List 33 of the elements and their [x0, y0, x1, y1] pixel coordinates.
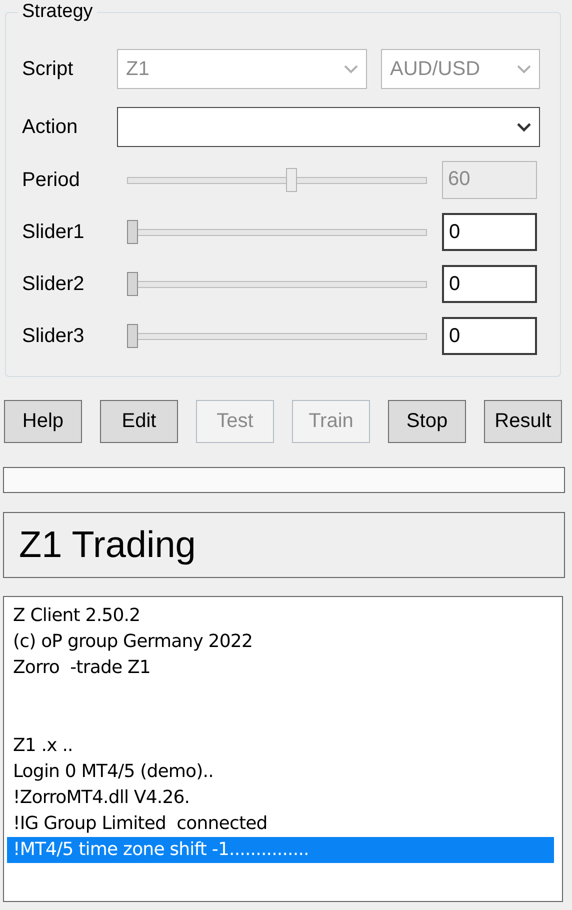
- chevron-down-icon: [344, 64, 358, 74]
- action-dropdown[interactable]: [117, 107, 540, 147]
- log-line[interactable]: Login 0 MT4/5 (demo)..: [7, 759, 554, 785]
- toolbar-button[interactable]: Stop: [388, 400, 466, 443]
- log-line[interactable]: !ZorroMT4.dll V4.26.: [7, 785, 554, 811]
- slider[interactable]: [127, 272, 427, 296]
- value-field[interactable]: 0: [442, 265, 537, 303]
- toolbar-button[interactable]: Help: [4, 400, 82, 443]
- log-line[interactable]: Z Client 2.50.2: [7, 603, 554, 629]
- slider-label: Period: [22, 168, 81, 192]
- slider[interactable]: [127, 168, 427, 192]
- chevron-down-icon: [517, 122, 531, 132]
- group-title: Strategy: [18, 1, 97, 23]
- log-line[interactable]: !IG Group Limited connected: [7, 811, 554, 837]
- slider-thumb[interactable]: [127, 324, 138, 348]
- value-field[interactable]: 0: [442, 213, 537, 251]
- value-field[interactable]: 0: [442, 317, 537, 355]
- chevron-down-icon: [517, 64, 531, 74]
- slider-label: Slider1: [22, 220, 86, 244]
- toolbar-button[interactable]: Result: [484, 400, 562, 443]
- field-label: Action: [22, 116, 79, 138]
- status-title: Z1 Trading: [19, 524, 196, 566]
- slider[interactable]: [127, 220, 427, 244]
- log-line[interactable]: Z1 .x ..: [7, 733, 554, 759]
- slider-label: Slider2: [22, 272, 86, 296]
- slider[interactable]: [127, 324, 427, 348]
- log-line[interactable]: (c) oP group Germany 2022: [7, 629, 554, 655]
- log-line[interactable]: Zorro -trade Z1: [7, 655, 554, 681]
- slider-thumb[interactable]: [127, 220, 138, 244]
- slider-label: Slider3: [22, 324, 86, 348]
- field-label: Script: [22, 58, 74, 80]
- slider-thumb[interactable]: [127, 272, 138, 296]
- toolbar-button[interactable]: Edit: [100, 400, 178, 443]
